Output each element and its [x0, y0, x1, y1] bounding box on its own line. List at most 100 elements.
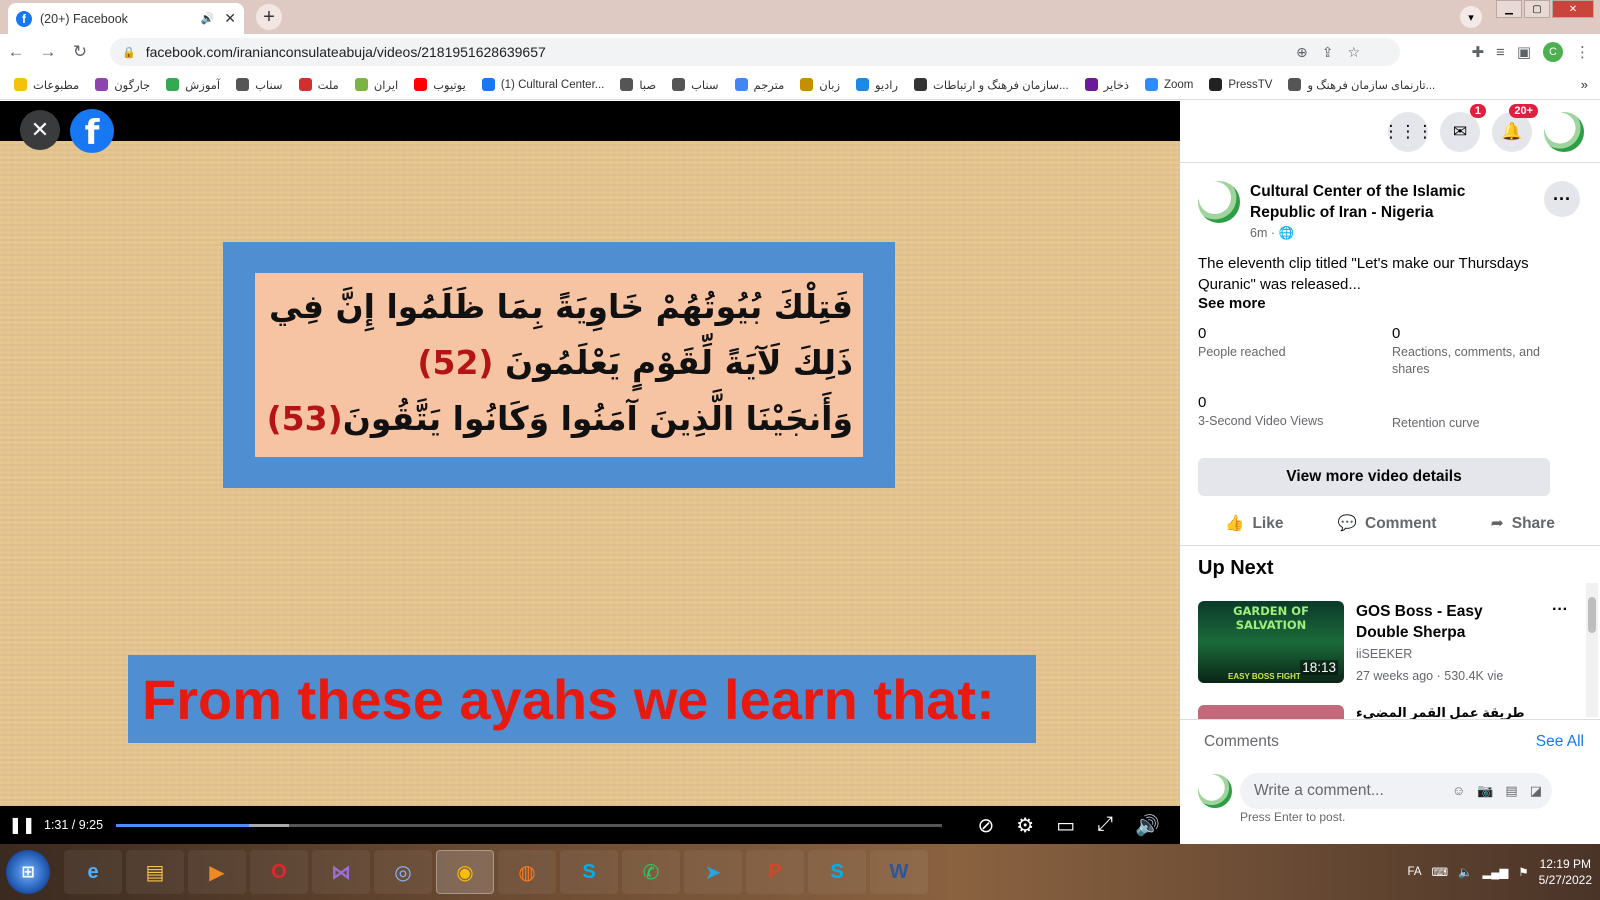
start-button[interactable]: ⊞	[6, 850, 50, 894]
bookmark-item[interactable]: صبا	[620, 78, 656, 92]
powerpoint-icon[interactable]: P	[746, 850, 804, 894]
post-options-button[interactable]: ···	[1544, 181, 1580, 217]
video-options-icon[interactable]: ···	[1552, 601, 1568, 619]
comment-input[interactable]: Write a comment... ☺ 📷 ▤ ◪	[1240, 773, 1552, 809]
account-avatar[interactable]	[1544, 111, 1584, 152]
up-next-channel[interactable]: iiSEEKER	[1356, 647, 1516, 661]
bookmark-item[interactable]: زبان	[800, 78, 840, 92]
bookmark-star-icon[interactable]: ☆	[1347, 44, 1360, 61]
video-thumbnail-2[interactable]	[1198, 705, 1344, 719]
comment-button[interactable]: 💬 Comment	[1338, 514, 1437, 533]
menu-grid-button[interactable]: ⋮⋮⋮	[1383, 111, 1434, 152]
progress-bar[interactable]	[116, 823, 942, 827]
commenter-avatar[interactable]	[1198, 774, 1232, 808]
notifications-button[interactable]: 🔔 20+	[1492, 103, 1538, 152]
bookmark-item[interactable]: مطبوعات	[14, 78, 79, 92]
reading-list-icon[interactable]: ≡	[1496, 44, 1505, 61]
scrollbar-thumb[interactable]	[1588, 597, 1596, 633]
bookmark-item[interactable]: رادیو	[856, 78, 898, 92]
bookmark-item[interactable]: ملت	[298, 78, 339, 92]
emoji-icon[interactable]: ☺	[1452, 783, 1465, 799]
bookmark-item[interactable]: PressTV	[1209, 78, 1272, 91]
bookmark-item[interactable]: سازمان فرهنگ و ارتباطات...	[914, 78, 1069, 92]
back-icon[interactable]: ←	[0, 42, 32, 62]
word-icon[interactable]: W	[870, 850, 928, 894]
visual-studio-icon[interactable]: ⋈	[312, 850, 370, 894]
messenger-button[interactable]: ✉ 1	[1440, 103, 1486, 152]
url-text[interactable]: facebook.com/iranianconsulateabuja/video…	[146, 44, 546, 60]
picture-in-picture-icon[interactable]: ▭	[1056, 813, 1075, 838]
bookmark-item[interactable]: ایران	[354, 78, 398, 92]
minimize-button[interactable]: ▁	[1496, 0, 1522, 18]
bookmark-item[interactable]: تارنمای سازمان فرهنگ و...	[1288, 78, 1435, 92]
skype-icon[interactable]: S	[560, 850, 618, 894]
share-button[interactable]: ➦ Share	[1491, 514, 1555, 533]
close-video-button[interactable]: ✕	[20, 110, 60, 150]
forward-icon[interactable]: →	[32, 42, 64, 62]
up-next-scrollbar[interactable]	[1586, 583, 1598, 717]
bookmarks-overflow-icon[interactable]: »	[1581, 77, 1588, 92]
video-thumbnail[interactable]: GARDEN OF SALVATION EASY BOSS FIGHT 18:1…	[1198, 601, 1344, 683]
volume-tray-icon[interactable]: 🔈	[1458, 865, 1472, 879]
bookmark-item[interactable]: مترجم	[734, 78, 784, 92]
facebook-logo-icon[interactable]: f	[70, 109, 114, 153]
up-next-video-item[interactable]: GARDEN OF SALVATION EASY BOSS FIGHT 18:1…	[1198, 601, 1582, 683]
settings-gear-icon[interactable]: ⚙	[1016, 813, 1034, 838]
whatsapp-icon[interactable]: ✆	[622, 850, 680, 894]
bookmark-item[interactable]: سناب	[672, 78, 719, 92]
address-bar[interactable]: 🔒 facebook.com/iranianconsulateabuja/vid…	[110, 38, 1400, 66]
camera-icon[interactable]: 📷	[1477, 783, 1493, 799]
extensions-icon[interactable]: ✚	[1471, 43, 1484, 61]
up-next-video-title-2[interactable]: طريقة عمل القمر المضيء	[1356, 705, 1525, 719]
maximize-button[interactable]: ▢	[1524, 0, 1550, 18]
bookmark-item[interactable]: Zoom	[1144, 78, 1193, 91]
opera-icon[interactable]: O	[250, 850, 308, 894]
bookmark-item[interactable]: آموزش	[166, 78, 220, 92]
up-next-video-item-2[interactable]: طريقة عمل القمر المضيء	[1198, 705, 1564, 719]
keyboard-icon[interactable]: ⌨	[1432, 865, 1449, 879]
browser-tab[interactable]: f (20+) Facebook 🔊 ✕	[8, 3, 244, 34]
bookmark-item[interactable]: (1) Cultural Center...	[481, 78, 604, 91]
reload-icon[interactable]: ↻	[64, 42, 96, 62]
pause-icon[interactable]: ❚❚	[0, 815, 44, 835]
see-more-link[interactable]: See more	[1198, 295, 1266, 312]
up-next-video-title[interactable]: GOS Boss - Easy Double Sherpa	[1356, 601, 1516, 643]
page-avatar[interactable]	[1198, 181, 1240, 223]
side-panel-icon[interactable]: ▣	[1517, 43, 1531, 61]
sticker-icon[interactable]: ◪	[1530, 783, 1542, 799]
chrome-icon[interactable]: ◉	[436, 850, 494, 894]
telegram-icon[interactable]: ➤	[684, 850, 742, 894]
close-tab-icon[interactable]: ✕	[224, 10, 236, 27]
chromium-icon[interactable]: ◎	[374, 850, 432, 894]
internet-explorer-icon[interactable]: e	[64, 850, 122, 894]
skype-business-icon[interactable]: S	[808, 850, 866, 894]
language-indicator[interactable]: FA	[1407, 866, 1421, 878]
captions-icon[interactable]: ⊘	[977, 813, 994, 838]
fullscreen-icon[interactable]: ⤢	[1097, 813, 1113, 838]
bookmark-item[interactable]: یوتیوب	[414, 78, 466, 92]
lock-icon[interactable]: 🔒	[122, 46, 136, 59]
window-close-button[interactable]: ✕	[1552, 0, 1594, 18]
zoom-icon[interactable]: ⊕	[1296, 44, 1308, 61]
see-all-link[interactable]: See All	[1536, 733, 1584, 751]
firefox-icon[interactable]: ◍	[498, 850, 556, 894]
bookmark-item[interactable]: جارگون	[95, 78, 150, 92]
volume-icon[interactable]: 🔊	[1135, 813, 1160, 838]
gif-icon[interactable]: ▤	[1505, 783, 1517, 799]
file-explorer-icon[interactable]: ▤	[126, 850, 184, 894]
video-player[interactable]: ✕ f فَتِلْكَ بُيُوتُهُمْ خَاوِيَةً بِمَا…	[0, 101, 1180, 844]
share-icon[interactable]: ⇪	[1322, 44, 1334, 61]
bookmark-item[interactable]: ذخایر	[1084, 78, 1129, 92]
view-more-details-button[interactable]: View more video details	[1198, 458, 1550, 496]
clock[interactable]: 12:19 PM 5/27/2022	[1539, 856, 1592, 888]
media-player-icon[interactable]: ▶	[188, 850, 246, 894]
action-center-icon[interactable]: ⚑	[1518, 865, 1528, 879]
retention-curve-link[interactable]: Retention curve	[1392, 415, 1552, 432]
like-button[interactable]: 👍 Like	[1225, 514, 1283, 533]
network-icon[interactable]: ▂▄▆	[1482, 865, 1508, 879]
page-name[interactable]: Cultural Center of the Islamic Republic …	[1250, 181, 1490, 223]
post-time[interactable]: 6m ·	[1250, 226, 1278, 240]
menu-kebab-icon[interactable]: ⋮	[1575, 43, 1590, 61]
bookmark-item[interactable]: سناب	[236, 78, 283, 92]
profile-avatar[interactable]: C	[1543, 42, 1563, 62]
